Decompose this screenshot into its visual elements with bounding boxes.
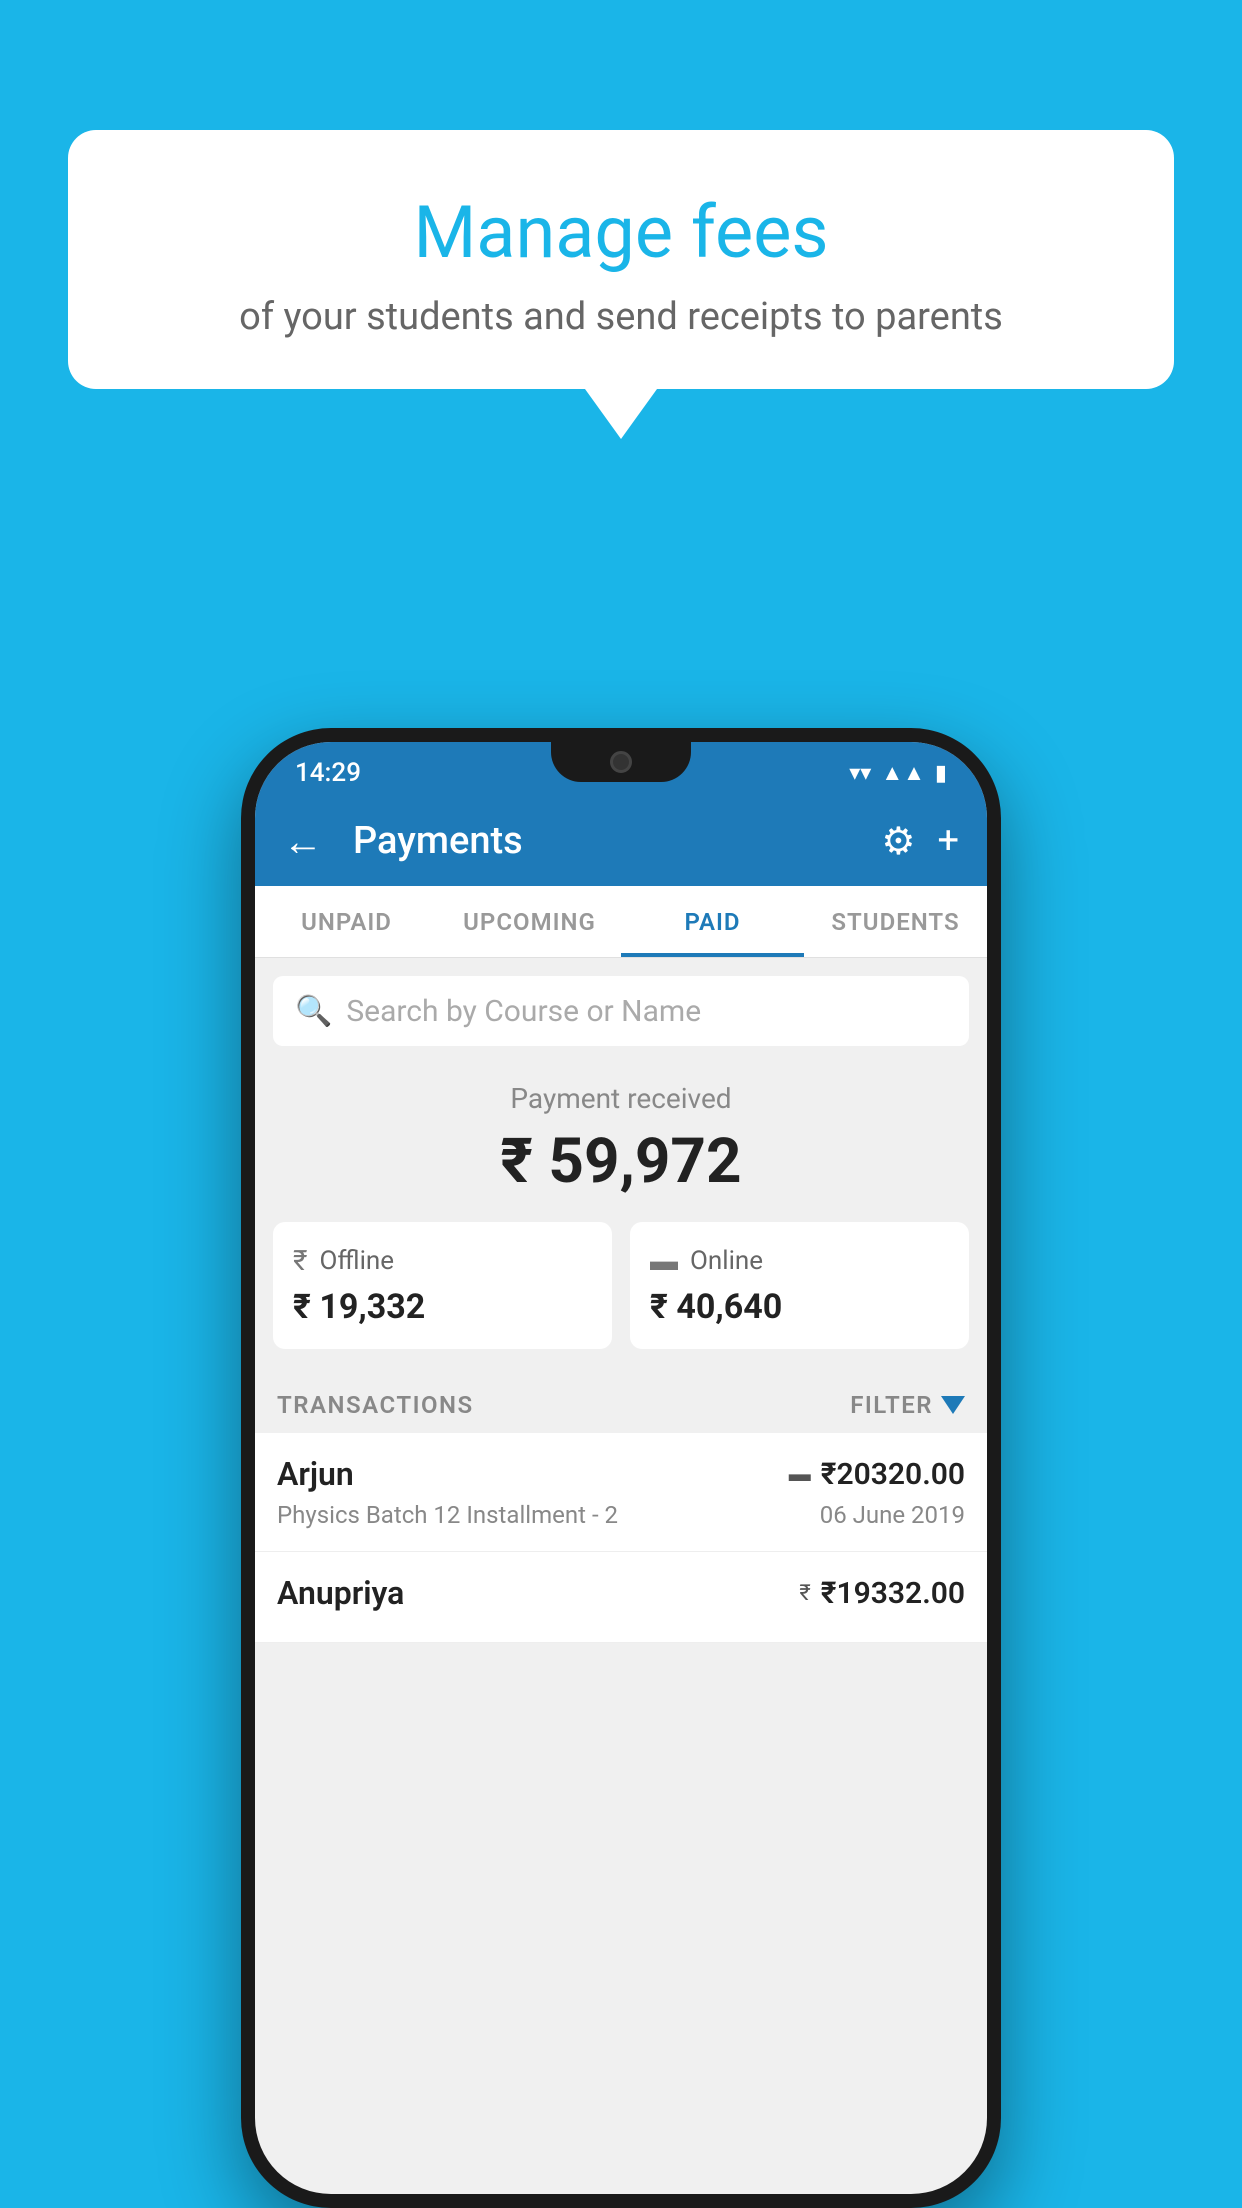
filter-button[interactable]: FILTER	[850, 1391, 965, 1419]
tab-unpaid[interactable]: UNPAID	[255, 886, 438, 957]
tab-students[interactable]: STUDENTS	[804, 886, 987, 957]
phone-outer-shell: 14:29 ▾▾ ▲▲ ▮ ← Payments ⚙ + UNPAID	[241, 728, 1001, 2208]
offline-payment-icon: ₹	[293, 1244, 307, 1277]
tab-paid[interactable]: PAID	[621, 886, 804, 957]
speech-bubble: Manage fees of your students and send re…	[68, 130, 1174, 389]
transaction-amount-container: ₹ ₹19332.00	[799, 1576, 965, 1611]
table-row[interactable]: Anupriya ₹ ₹19332.00	[255, 1552, 987, 1643]
settings-button[interactable]: ⚙	[881, 819, 915, 864]
offline-payment-type-icon: ₹	[799, 1581, 810, 1606]
transactions-header: TRANSACTIONS FILTER	[255, 1373, 987, 1433]
battery-icon: ▮	[935, 761, 947, 786]
transaction-row1: Arjun ▬ ₹20320.00	[277, 1455, 965, 1493]
offline-card: ₹ Offline ₹ 19,332	[273, 1222, 612, 1349]
status-time: 14:29	[295, 758, 361, 788]
online-card: ▬ Online ₹ 40,640	[630, 1222, 969, 1349]
app-bar-icons: ⚙ +	[881, 819, 959, 864]
online-payment-icon: ▬	[650, 1244, 678, 1277]
back-button[interactable]: ←	[283, 818, 323, 865]
front-camera	[610, 751, 632, 773]
transaction-amount: ₹19332.00	[821, 1576, 965, 1611]
phone-screen: 14:29 ▾▾ ▲▲ ▮ ← Payments ⚙ + UNPAID	[255, 742, 987, 2194]
app-bar: ← Payments ⚙ +	[255, 796, 987, 886]
tab-upcoming[interactable]: UPCOMING	[438, 886, 621, 957]
wifi-icon: ▾▾	[849, 761, 871, 786]
speech-bubble-subtitle: of your students and send receipts to pa…	[118, 295, 1124, 339]
add-button[interactable]: +	[937, 819, 959, 863]
payment-received-amount: ₹ 59,972	[255, 1125, 987, 1198]
speech-bubble-title: Manage fees	[118, 190, 1124, 275]
offline-card-header: ₹ Offline	[293, 1244, 592, 1277]
table-row[interactable]: Arjun ▬ ₹20320.00 Physics Batch 12 Insta…	[255, 1433, 987, 1552]
search-bar[interactable]: 🔍 Search by Course or Name	[273, 976, 969, 1046]
phone-notch	[551, 742, 691, 782]
filter-label: FILTER	[850, 1391, 933, 1419]
offline-label: Offline	[319, 1246, 394, 1276]
transaction-description: Physics Batch 12 Installment - 2	[277, 1501, 618, 1529]
card-payment-icon: ▬	[789, 1461, 811, 1487]
phone-device: 14:29 ▾▾ ▲▲ ▮ ← Payments ⚙ + UNPAID	[241, 728, 1001, 2208]
transaction-row1: Anupriya ₹ ₹19332.00	[277, 1574, 965, 1612]
transaction-name: Arjun	[277, 1455, 354, 1493]
transaction-amount: ₹20320.00	[821, 1457, 965, 1492]
search-icon: 🔍	[295, 994, 332, 1029]
online-label: Online	[690, 1246, 763, 1276]
transaction-row2: Physics Batch 12 Installment - 2 06 June…	[277, 1501, 965, 1529]
search-input[interactable]: Search by Course or Name	[346, 994, 701, 1029]
speech-bubble-section: Manage fees of your students and send re…	[68, 130, 1174, 439]
signal-icon: ▲▲	[881, 760, 925, 786]
speech-bubble-arrow	[585, 389, 657, 439]
offline-amount: ₹ 19,332	[293, 1287, 592, 1327]
transactions-label: TRANSACTIONS	[277, 1391, 474, 1419]
payment-received-label: Payment received	[255, 1082, 987, 1115]
payment-cards: ₹ Offline ₹ 19,332 ▬ Online ₹ 40,640	[255, 1222, 987, 1373]
transaction-list: Arjun ▬ ₹20320.00 Physics Batch 12 Insta…	[255, 1433, 987, 1643]
online-card-header: ▬ Online	[650, 1244, 949, 1277]
content-area: 🔍 Search by Course or Name Payment recei…	[255, 958, 987, 1643]
app-bar-title: Payments	[353, 819, 861, 863]
online-amount: ₹ 40,640	[650, 1287, 949, 1327]
transaction-amount-container: ▬ ₹20320.00	[789, 1457, 965, 1492]
transaction-date: 06 June 2019	[820, 1501, 965, 1529]
status-icons: ▾▾ ▲▲ ▮	[849, 760, 947, 786]
transaction-name: Anupriya	[277, 1574, 404, 1612]
filter-icon	[941, 1396, 965, 1414]
payment-received-section: Payment received ₹ 59,972	[255, 1046, 987, 1222]
tabs-bar: UNPAID UPCOMING PAID STUDENTS	[255, 886, 987, 958]
